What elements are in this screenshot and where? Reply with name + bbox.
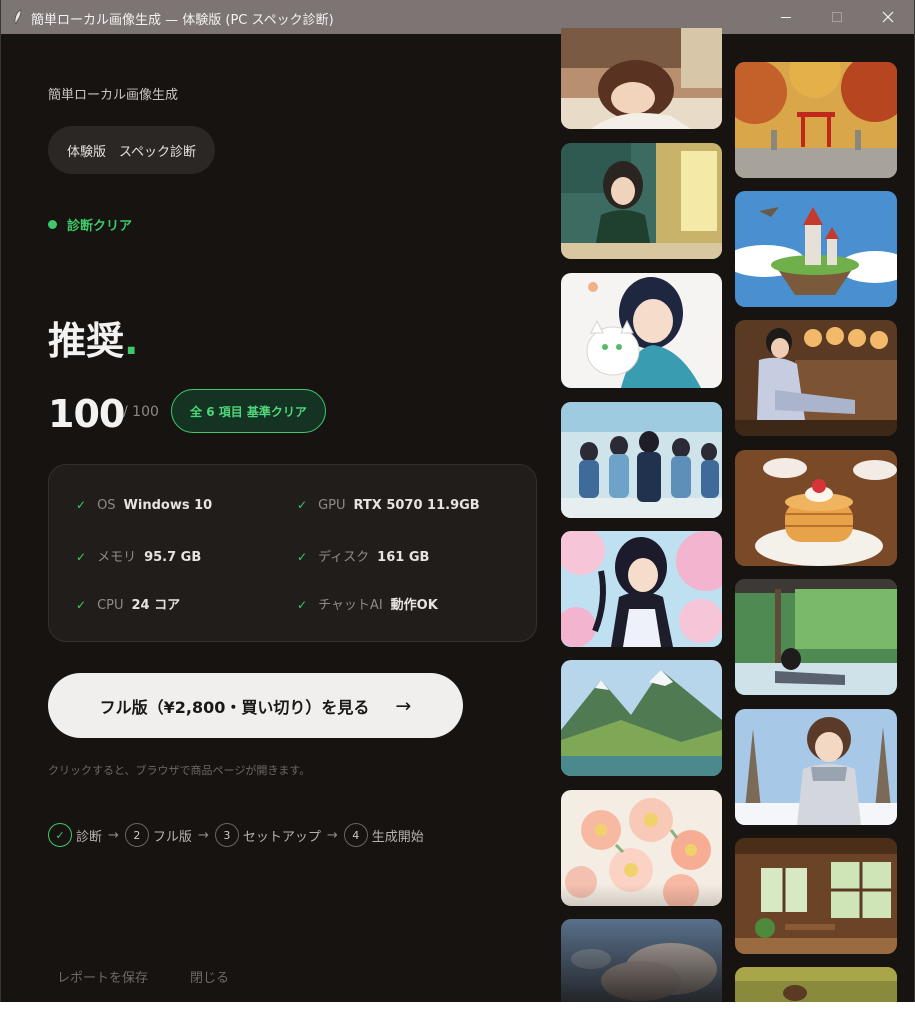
spec-key: OS [97,498,116,513]
progress-steps: ✓ 診断 → 2 フル版 → 3 セットアップ → 4 生成開始 [48,823,424,847]
title-bar[interactable]: 簡単ローカル画像生成 — 体験版 (PC スペック診断) [1,0,914,34]
step-4-label: 生成開始 [371,829,424,845]
status-label: 診断クリア [67,219,133,234]
gallery-image-pancakes [735,450,897,566]
gallery-image-hallway-students [561,402,722,518]
feather-icon [14,9,22,25]
step-2-label: フル版 [152,829,192,845]
minimize-icon [781,17,791,18]
maximize-icon [832,12,842,22]
gallery-image-field [735,967,897,1002]
spec-os: ✓ OS Windows 10 [76,498,212,513]
step-3-number: 3 [214,823,239,847]
status-dot [48,220,57,229]
minimize-button[interactable] [761,0,811,34]
spec-key: CPU [97,598,124,613]
step-2-number: 2 [124,823,149,847]
arrow-icon: → [326,827,338,843]
check-icon: ✓ [297,498,308,512]
diagnosis-status: 診断クリア [48,215,132,234]
main-content: 簡単ローカル画像生成 体験版 スペック診断 診断クリア 推奨. 100 / 10… [1,28,914,1002]
spec-memory: ✓ メモリ 95.7 GB [76,546,201,565]
gallery-image-hot-spring [735,579,897,695]
gallery-image-wooden-cafe [735,838,897,954]
save-report-link[interactable]: レポートを保存 [57,967,148,986]
spec-value: 動作OK [390,598,438,613]
spec-value: 24 コア [131,598,181,613]
gallery-image-yukata-lanterns [735,320,897,436]
spec-card: ✓ OS Windows 10 ✓ GPU RTX 5070 11.9GB ✓ … [48,464,537,642]
gallery-fade [561,884,723,1002]
score-value: 100 [48,392,125,436]
spec-disk: ✓ ディスク 161 GB [297,546,429,565]
gallery-image-library-girl [561,143,722,259]
spec-cpu: ✓ CPU 24 コア [76,594,180,613]
step-1-check-icon: ✓ [48,823,72,847]
spec-key: メモリ [97,550,137,565]
spec-key: チャットAI [318,598,383,613]
edition-badge: 体験版 スペック診断 [48,126,215,174]
gallery-image-sleeping-girl [561,28,722,129]
verdict-dot: . [124,319,139,363]
check-icon: ✓ [76,498,87,512]
step-1-label: 診断 [76,829,103,845]
spec-key: GPU [318,498,346,513]
spec-key: ディスク [318,550,370,565]
arrow-icon: → [108,827,119,843]
gallery-image-maid-cherry-blossom [561,531,722,647]
app-window: 簡単ローカル画像生成 — 体験版 (PC スペック診断) 簡単ローカル画像生成 … [0,0,915,1002]
app-name: 簡単ローカル画像生成 [48,88,179,103]
verdict-text: 推奨 [48,319,125,363]
spec-value: 95.7 GB [144,550,202,565]
close-link[interactable]: 閉じる [190,967,229,986]
spec-value: Windows 10 [123,498,213,513]
step-4-number: 4 [343,823,368,847]
gallery-image-girl-with-cat [561,273,722,388]
close-window-button[interactable] [863,0,913,34]
spec-chat-ai: ✓ チャットAI 動作OK [297,594,438,613]
spec-gpu: ✓ GPU RTX 5070 11.9GB [297,498,480,513]
check-icon: ✓ [76,598,87,612]
spec-value: RTX 5070 11.9GB [353,498,480,513]
gallery-image-autumn-shrine [735,62,897,178]
pass-badge: 全 6 項目 基準クリア [171,389,326,433]
cta-label: フル版（¥2,800・買い切り）を見る [99,697,370,717]
close-icon [882,11,894,23]
check-icon: ✓ [76,550,87,564]
verdict-heading: 推奨. [48,310,138,365]
view-full-version-button[interactable]: フル版（¥2,800・買い切り）を見る → [48,673,463,738]
arrow-icon: → [197,827,209,843]
gallery-image-mountain-valley [561,660,722,776]
window-title: 簡単ローカル画像生成 — 体験版 (PC スペック診断) [31,13,334,28]
spec-value: 161 GB [377,550,430,565]
step-3-label: セットアップ [242,829,321,845]
cta-note: クリックすると、ブラウザで商品ページが開きます。 [48,764,311,777]
maximize-button[interactable] [812,0,862,34]
gallery-image-floating-castle [735,191,897,307]
arrow-right-icon: → [395,694,412,717]
check-icon: ✓ [297,550,308,564]
gallery-image-snow-forest-girl [735,709,897,825]
check-icon: ✓ [297,598,308,612]
score-max: / 100 [123,404,159,420]
